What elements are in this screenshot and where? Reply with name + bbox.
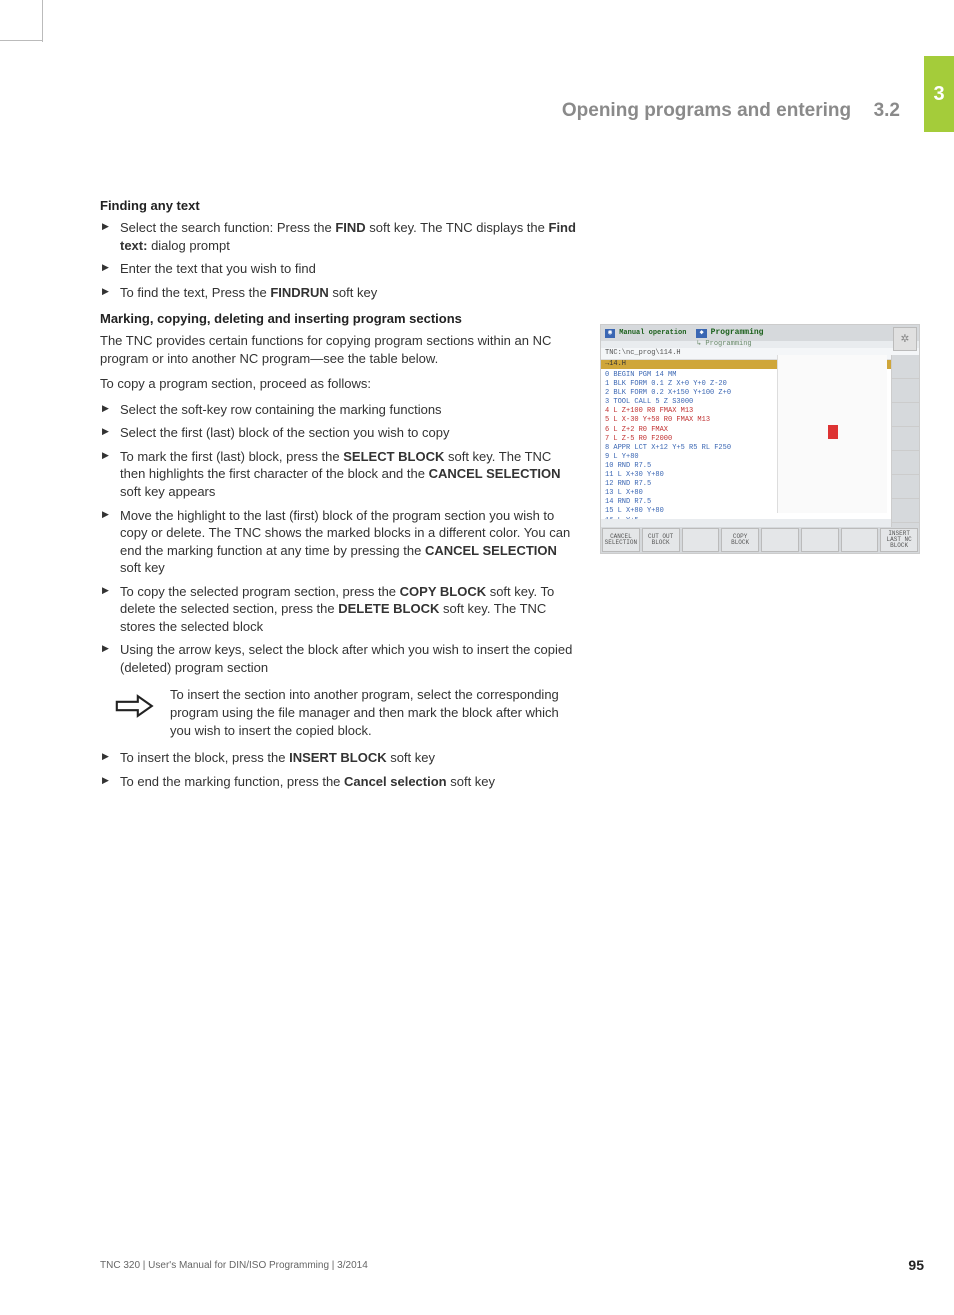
list-item: To copy the selected program section, pr… — [100, 583, 580, 636]
header-title: Opening programs and entering — [562, 100, 851, 121]
mark-intro: The TNC provides certain functions for c… — [100, 332, 580, 367]
mark-copy-lead: To copy a program section, proceed as fo… — [100, 375, 580, 393]
tnc-screenshot: ◉ Manual operation ◆ Programming ↳ Progr… — [600, 324, 920, 554]
mode-badge2-icon: ◆ — [696, 329, 706, 338]
mode-sub: ↳ Programming — [601, 341, 919, 348]
softkey — [801, 528, 839, 552]
softkey: CANCEL SELECTION — [602, 528, 640, 552]
list-item: To insert the block, press the INSERT BL… — [100, 749, 580, 767]
list-item: To end the marking function, press the C… — [100, 773, 580, 791]
heading-finding-text: Finding any text — [100, 198, 580, 213]
softkey: COPY BLOCK — [721, 528, 759, 552]
softkey: INSERT LAST NC BLOCK — [880, 528, 918, 552]
list-item: Move the highlight to the last (first) b… — [100, 507, 580, 577]
footer-text: TNC 320 | User's Manual for DIN/ISO Prog… — [100, 1260, 368, 1271]
softkey — [682, 528, 720, 552]
list-item: To mark the first (last) block, press th… — [100, 448, 580, 501]
mode-right: Programming — [711, 329, 764, 337]
note-text: To insert the section into another progr… — [170, 686, 580, 739]
right-rail — [891, 355, 919, 527]
preview-pane — [777, 355, 887, 513]
list-item: Select the soft-key row containing the m… — [100, 401, 580, 419]
list-item: To find the text, Press the FINDRUN soft… — [100, 284, 580, 302]
softkey — [761, 528, 799, 552]
header-section: 3.2 — [874, 100, 900, 121]
page-number: 95 — [908, 1257, 924, 1273]
list-item: Enter the text that you wish to find — [100, 260, 580, 278]
list-item: Using the arrow keys, select the block a… — [100, 641, 580, 676]
chapter-tab: 3 — [924, 56, 954, 132]
mode-badge-icon: ◉ — [605, 329, 615, 338]
list-item: Select the first (last) block of the sec… — [100, 424, 580, 442]
page-header: Opening programs and entering 3.2 — [0, 100, 924, 128]
mark-list: Select the soft-key row containing the m… — [100, 401, 580, 677]
mode-left: Manual operation — [619, 330, 686, 337]
softkey: CUT OUT BLOCK — [642, 528, 680, 552]
after-note-list: To insert the block, press the INSERT BL… — [100, 749, 580, 790]
arrow-right-icon — [100, 686, 170, 739]
find-list: Select the search function: Press the FI… — [100, 219, 580, 301]
softkey-row: CANCEL SELECTIONCUT OUT BLOCK COPY BLOCK I… — [601, 527, 919, 553]
pin-icon — [828, 425, 838, 439]
softkey — [841, 528, 879, 552]
heading-marking: Marking, copying, deleting and inserting… — [100, 311, 580, 326]
note-box: To insert the section into another progr… — [100, 686, 580, 739]
list-item: Select the search function: Press the FI… — [100, 219, 580, 254]
gear-icon: ✲ — [893, 327, 917, 351]
